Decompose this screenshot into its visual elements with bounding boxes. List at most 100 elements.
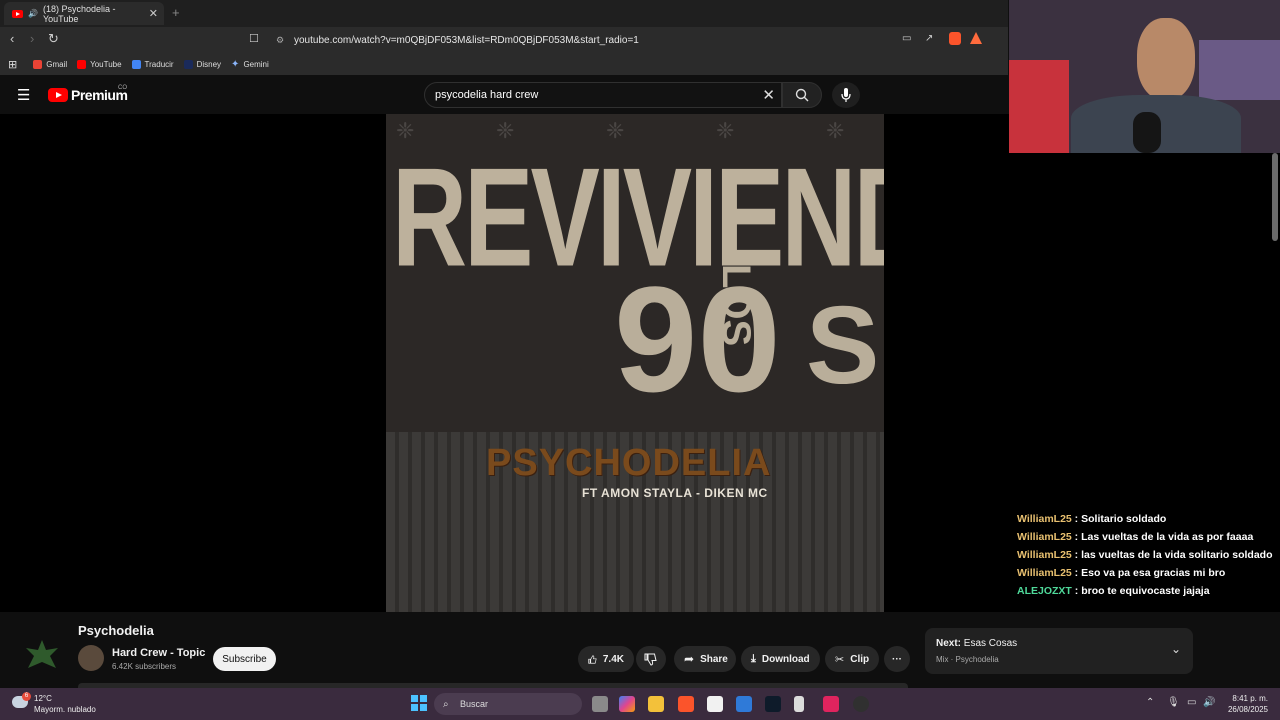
usb-device-icon[interactable] [794, 696, 804, 712]
webcam-overlay [1009, 0, 1280, 153]
brave-browser-icon[interactable] [678, 696, 694, 712]
menu-icon[interactable]: ☰ [17, 86, 30, 104]
youtube-logo-icon[interactable] [48, 88, 68, 102]
chat-message: WilliamL25 : las vueltas de la vida soli… [1017, 549, 1273, 561]
artwork-s: S [806, 284, 880, 407]
album-artwork: ❈ ❈ ❈ ❈ ❈ REVIVIENDO 90 LOS S PSYCHODELI… [386, 114, 884, 612]
copilot-icon[interactable] [619, 696, 635, 712]
brave-shield-icon[interactable] [949, 32, 961, 45]
subscriber-count: 6.42K subscribers [112, 662, 177, 671]
microphone-icon [841, 88, 851, 102]
video-title: Psychodelia [78, 623, 154, 638]
tray-microphone-icon[interactable]: 🎙 [1167, 697, 1180, 708]
cast-icon[interactable]: ▭ [902, 33, 911, 44]
share-button[interactable]: ➦ Share [674, 646, 736, 672]
clip-button[interactable]: ✂ Clip [825, 646, 879, 672]
thumbs-down-icon [644, 653, 657, 666]
gemini-icon: ✦ [231, 58, 240, 70]
url-field[interactable]: ⚙ youtube.com/watch?v=m0QBjDF053M&list=R… [268, 30, 992, 50]
search-icon [795, 88, 809, 102]
voice-search-button[interactable] [832, 82, 860, 108]
taskbar-clock[interactable]: 8:41 p. m. 26/08/2025 [1218, 693, 1268, 715]
weather-widget[interactable]: 12°C Mayorm. nublado [34, 693, 96, 715]
bookmark-youtube[interactable]: YouTube [77, 59, 122, 69]
windows-start-icon[interactable] [411, 695, 427, 711]
download-icon: ⤓ [751, 652, 756, 665]
stream-chat: WilliamL25 : Solitario soldado WilliamL2… [1017, 510, 1279, 600]
temperature: 12°C [34, 694, 52, 703]
chat-message: ALEJOZXT : broo te equivocaste jajaja [1017, 585, 1210, 597]
bookmark-disney[interactable]: Disney [183, 59, 221, 69]
youtube-favicon-icon [12, 9, 23, 18]
artwork-band: PSYCHODELIA [486, 442, 772, 484]
next-title: Esas Cosas [963, 638, 1018, 649]
chat-message: WilliamL25 : Eso va pa esa gracias mi br… [1017, 567, 1226, 579]
youtube-icon [77, 59, 87, 69]
weather-badge: 6 [22, 692, 31, 701]
scissors-icon: ✂ [835, 653, 845, 666]
microphone-prop [1133, 112, 1161, 153]
search-input[interactable]: psycodelia hard crew ✕ [424, 82, 782, 108]
gmail-icon [33, 59, 43, 69]
notion-icon[interactable] [707, 696, 723, 712]
search-value: psycodelia hard crew [435, 89, 539, 101]
country-code: CO [118, 85, 127, 91]
chevron-down-icon[interactable]: ⌄ [1171, 642, 1181, 656]
artwork-featuring: FT AMON STAYLA - DIKEN MC [582, 486, 768, 500]
site-info-icon: ⚙ [276, 34, 285, 45]
translate-icon [131, 59, 141, 69]
bookmarks-bar: ⊞ Gmail YouTube Traducir Disney ✦ Gemini [0, 53, 1008, 75]
page-scrollbar[interactable] [1272, 153, 1278, 241]
apps-grid-icon[interactable]: ⊞ [8, 58, 17, 71]
share-page-icon[interactable]: ↗ [925, 33, 933, 44]
url-text: youtube.com/watch?v=m0QBjDF053M&list=RDm… [294, 34, 639, 46]
bookmark-icon[interactable]: ☐ [249, 32, 259, 45]
next-up-card[interactable]: Next: Esas Cosas Mix · Psychodelia ⌄ [925, 628, 1193, 674]
tray-chevron-icon[interactable]: ⌃ [1146, 697, 1154, 708]
vscode-icon[interactable] [736, 696, 752, 712]
clock-time: 8:41 p. m. [1232, 694, 1268, 703]
more-actions-button[interactable]: ··· [884, 646, 910, 672]
channel-avatar[interactable] [78, 645, 104, 671]
forward-icon[interactable]: › [30, 31, 34, 46]
tab-close-icon[interactable]: ✕ [149, 7, 158, 20]
reload-icon[interactable]: ↻ [48, 31, 59, 47]
next-subtitle: Mix · Psychodelia [936, 655, 999, 664]
download-button[interactable]: ⤓ Download [741, 646, 820, 672]
taskbar-search[interactable]: ⌕ Buscar [434, 693, 582, 715]
bookmark-gemini[interactable]: ✦ Gemini [231, 59, 269, 70]
network-icon[interactable]: ▭ [1187, 697, 1196, 708]
like-count: 7.4K [602, 653, 624, 665]
share-icon: ➦ [684, 652, 695, 666]
davinci-icon[interactable] [765, 696, 781, 712]
dislike-button[interactable] [636, 646, 666, 672]
streamer-logo-icon [26, 640, 58, 668]
obs-icon[interactable] [853, 696, 869, 712]
subscribe-button[interactable]: Subscribe [213, 647, 276, 671]
search-icon: ⌕ [443, 698, 449, 710]
disney-icon [183, 59, 193, 69]
artwork-los: LOS [714, 264, 758, 347]
back-icon[interactable]: ‹ [10, 31, 14, 46]
bookmark-traducir[interactable]: Traducir [131, 59, 174, 69]
search-button[interactable] [782, 82, 822, 108]
like-button[interactable]: 7.4K [578, 646, 634, 672]
chat-message: WilliamL25 : Solitario soldado [1017, 513, 1167, 525]
tiktok-icon[interactable] [823, 696, 839, 712]
tab-title: (18) Psychodelia - YouTube [42, 3, 116, 24]
chat-message: WilliamL25 : Las vueltas de la vida as p… [1017, 531, 1254, 543]
windows-taskbar [0, 688, 1280, 720]
task-view-icon[interactable] [592, 696, 608, 712]
streamer-face [1137, 18, 1195, 100]
file-explorer-icon[interactable] [648, 696, 664, 712]
speaker-icon: 🔊 [28, 9, 38, 18]
channel-name[interactable]: Hard Crew - Topic [112, 647, 205, 659]
weather-condition: Mayorm. nublado [34, 705, 96, 714]
clock-date: 26/08/2025 [1227, 705, 1268, 714]
new-tab-button[interactable]: + [172, 5, 180, 20]
clear-search-icon[interactable]: ✕ [762, 86, 775, 104]
bookmark-gmail[interactable]: Gmail [33, 59, 67, 69]
browser-tab[interactable]: 🔊 (18) Psychodelia - YouTube ✕ [4, 2, 164, 25]
volume-icon[interactable]: 🔊 [1203, 697, 1215, 708]
thumbs-up-icon [588, 654, 597, 664]
